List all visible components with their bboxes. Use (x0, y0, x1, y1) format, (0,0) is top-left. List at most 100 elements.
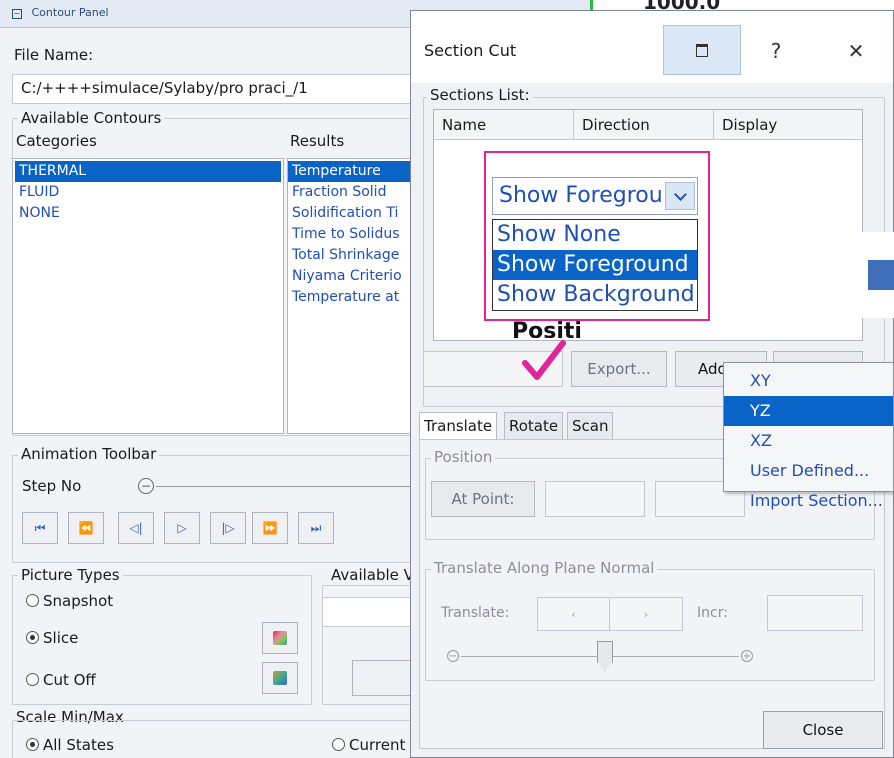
tab-scan[interactable]: Scan (567, 412, 614, 440)
add-section-menu[interactable]: XY YZ XZ User Defined... Import Section.… (723, 362, 894, 510)
partial-row-text: Positi (512, 319, 582, 338)
categories-list[interactable]: THERMAL FLUID NONE (12, 158, 284, 434)
step-slider-track[interactable] (156, 486, 412, 487)
radio-icon (332, 738, 345, 751)
increment-field[interactable] (767, 595, 863, 631)
column-header-display[interactable]: Display (714, 110, 862, 140)
translate-spinner[interactable]: ‹ › (537, 597, 683, 631)
current-radio[interactable]: Current (332, 736, 405, 754)
display-option-show-background[interactable]: Show Background (493, 280, 697, 310)
display-select[interactable]: Show Foregrou (492, 177, 698, 215)
dropdown-arrow-button[interactable] (665, 182, 695, 210)
result-item[interactable]: Niyama Criterio (288, 266, 411, 287)
cutoff-radio[interactable]: Cut Off (26, 671, 96, 689)
dialog-titlebar: Section Cut ? ✕ (411, 11, 893, 83)
result-item[interactable]: Time to Solidus (288, 224, 411, 245)
panel-collapse-icon[interactable]: − (12, 9, 22, 19)
available-v-button[interactable] (352, 660, 412, 696)
category-item[interactable]: THERMAL (15, 161, 281, 182)
column-header-name[interactable]: Name (434, 110, 574, 140)
right-edge-button[interactable] (868, 260, 894, 290)
first-frame-button[interactable]: ⏮ (22, 512, 58, 544)
chevron-left-icon[interactable]: ‹ (538, 598, 610, 630)
translate-label: Translate: (441, 605, 510, 621)
last-frame-button[interactable]: ⏭ (298, 512, 334, 544)
snapshot-radio[interactable]: Snapshot (26, 592, 113, 610)
menu-item-import-section[interactable]: Import Section... (724, 486, 893, 516)
result-item[interactable]: Solidification Ti (288, 203, 411, 224)
all-states-radio[interactable]: All States (26, 736, 114, 754)
slider-plus-icon[interactable]: + (741, 650, 753, 662)
last-frame-icon: ⏭ (310, 520, 322, 535)
radio-icon (26, 594, 39, 607)
menu-item-xy[interactable]: XY (724, 366, 893, 396)
step-forward-button[interactable]: |▷ (210, 512, 246, 544)
step-no-label: Step No (22, 477, 82, 495)
close-window-button[interactable]: ✕ (831, 33, 881, 69)
checkmark-annotation-icon (522, 340, 566, 380)
help-icon: ? (770, 39, 782, 63)
restore-icon (696, 43, 708, 57)
dialog-title: Section Cut (424, 41, 517, 60)
close-button[interactable]: Close (763, 711, 883, 749)
display-options-list[interactable]: Show None Show Foreground Show Backgroun… (492, 219, 698, 311)
viewport-top: 1000.0 (593, 0, 894, 10)
menu-item-user-defined[interactable]: User Defined... (724, 456, 893, 486)
chevron-right-icon[interactable]: › (610, 598, 682, 630)
tab-rotate[interactable]: Rotate (504, 412, 564, 440)
help-button[interactable]: ? (751, 33, 801, 69)
available-v-field[interactable] (322, 597, 412, 627)
step-back-icon: ◁| (129, 521, 143, 535)
export-button[interactable]: Export... (571, 351, 667, 387)
results-list[interactable]: Temperature Fraction Solid Solidificatio… (287, 158, 412, 434)
column-header-direction[interactable]: Direction (574, 110, 714, 140)
result-item[interactable]: Total Shrinkage (288, 245, 411, 266)
result-item[interactable]: Temperature at (288, 287, 411, 308)
display-option-show-foreground[interactable]: Show Foreground (493, 250, 697, 280)
slice-cube-icon (273, 631, 287, 645)
translate-normal-label: Translate Along Plane Normal (431, 559, 658, 577)
file-path-field[interactable]: C:/++++simulace/Sylaby/pro praci_/1 (12, 74, 412, 104)
position-x-field[interactable] (545, 481, 645, 517)
fast-forward-icon: ⏩ (262, 521, 278, 535)
result-item[interactable]: Temperature (288, 161, 411, 182)
step-back-button[interactable]: ◁| (118, 512, 154, 544)
category-item[interactable]: FLUID (13, 182, 283, 203)
sections-list-label: Sections List: (427, 86, 533, 104)
current-label: Current (349, 736, 406, 754)
slice-settings-button[interactable] (262, 622, 298, 654)
result-item[interactable]: Fraction Solid (288, 182, 411, 203)
category-item[interactable]: NONE (13, 203, 283, 224)
incr-label: Incr: (697, 605, 728, 621)
display-select-value: Show Foregrou (499, 183, 663, 208)
tab-translate[interactable]: Translate (419, 412, 498, 440)
step-slider-minus-icon[interactable]: − (138, 478, 154, 494)
display-option-show-none[interactable]: Show None (493, 220, 697, 250)
slice-label: Slice (43, 629, 79, 647)
cutoff-settings-button[interactable] (262, 662, 298, 694)
picture-types-label: Picture Types (18, 566, 123, 584)
radio-icon (26, 673, 39, 686)
categories-label: Categories (16, 132, 97, 150)
all-states-label: All States (43, 736, 114, 754)
play-button[interactable]: ▷ (164, 512, 200, 544)
restore-button[interactable] (663, 25, 741, 75)
fast-forward-button[interactable]: ⏩ (252, 512, 288, 544)
viewport-value-text: 1000.0 (643, 0, 720, 10)
first-frame-icon: ⏮ (34, 520, 46, 535)
animation-toolbar-group (12, 455, 412, 563)
menu-item-xz[interactable]: XZ (724, 426, 893, 456)
rewind-button[interactable]: ⏪ (68, 512, 104, 544)
menu-item-yz[interactable]: YZ (724, 396, 893, 426)
radio-selected-icon (26, 631, 39, 644)
slice-radio[interactable]: Slice (26, 629, 78, 647)
at-point-button[interactable]: At Point: (431, 481, 535, 517)
cutoff-label: Cut Off (43, 671, 96, 689)
available-contours-label: Available Contours (18, 109, 165, 127)
contour-panel-title: Contour Panel (31, 6, 109, 19)
rewind-icon: ⏪ (78, 521, 94, 535)
animation-toolbar-label: Animation Toolbar (18, 445, 160, 463)
chevron-down-icon (673, 187, 687, 201)
slider-minus-icon[interactable]: − (447, 650, 459, 662)
available-v-label: Available V (328, 566, 417, 584)
